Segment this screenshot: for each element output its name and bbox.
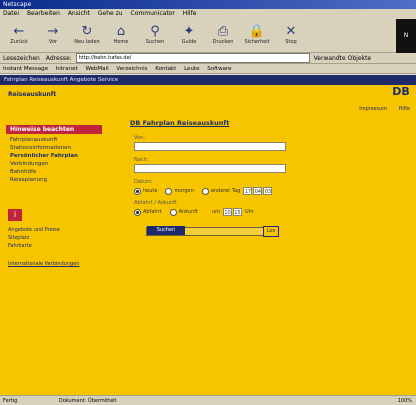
sidebar-item[interactable]: Verbindungen xyxy=(6,161,118,167)
reload-icon: ↻ xyxy=(81,24,93,39)
navigation-toolbar: ← Zurück → Vor ↻ Neu laden ⌂ Home ⚲ Suchen ✦ G… xyxy=(0,19,416,53)
search-submit-button[interactable]: Suchen xyxy=(147,226,185,235)
sidebar-note[interactable]: Angebote und Preise xyxy=(6,227,118,233)
site-top-nav[interactable]: Fahrplan Reiseauskunft Angebote Service xyxy=(0,75,416,85)
international-link[interactable]: Internationale Verbindungen xyxy=(6,261,118,267)
menu-item-view[interactable]: Ansicht xyxy=(68,10,90,17)
sidebar-item[interactable]: Stationsinformationen xyxy=(6,145,118,151)
page-title: Reiseauskunft xyxy=(8,91,57,98)
print-button[interactable]: ⎙ Drucken xyxy=(206,19,240,51)
sidebar-note[interactable]: Fahrkarte xyxy=(6,243,118,249)
forward-button[interactable]: → Vor xyxy=(36,19,70,51)
from-label: Von: xyxy=(134,135,145,141)
sidebar-item[interactable]: Bahnhöfe xyxy=(6,169,118,175)
date-options: heute morgen anderer Tag 17 04 03 xyxy=(134,187,290,195)
related-button[interactable]: Verwandte Objekte xyxy=(314,53,371,64)
page-content: Fahrplan Reiseauskunft Angebote Service … xyxy=(0,75,416,395)
guide-icon: ✦ xyxy=(183,24,195,39)
arrival-radio[interactable] xyxy=(169,208,177,216)
search-button[interactable]: ⚲ Suchen xyxy=(138,19,172,51)
menu-item-file[interactable]: Datei xyxy=(3,10,19,17)
time-label: um xyxy=(211,209,220,215)
time-options-label: Abfahrt / Ankunft xyxy=(134,200,177,206)
time-unit: Uhr xyxy=(244,209,254,215)
sidebar-item[interactable]: Reiseplanung xyxy=(6,177,118,183)
help-link[interactable]: Hilfe xyxy=(399,106,410,112)
form-action-bar: Suchen Los xyxy=(146,226,279,237)
status-text: Fertig xyxy=(3,398,18,404)
date-today-radio[interactable] xyxy=(134,187,141,195)
status-progress: 100% xyxy=(397,398,412,404)
personal-toolbar: Instant Message Intranet WebMail Verzeic… xyxy=(0,64,416,74)
departure-radio[interactable] xyxy=(134,208,141,216)
time-options: Abfahrt Ankunft um 10 15 Uhr xyxy=(134,208,290,216)
link-webmail[interactable]: WebMail xyxy=(85,66,108,72)
link-contact[interactable]: Kontakt xyxy=(155,66,176,72)
hour-field[interactable]: 10 xyxy=(222,208,232,216)
sidebar-note[interactable]: Sitzplatz xyxy=(6,235,118,241)
bookmarks-button[interactable]: Lesezeichen xyxy=(3,53,40,64)
reload-button[interactable]: ↻ Neu laden xyxy=(70,19,104,51)
search-form: DB Fahrplan Reiseauskunft Von: Nach: Dat… xyxy=(130,119,290,218)
address-bar: Lesezeichen Adresse: http://bahn.hafas.d… xyxy=(0,53,416,64)
sidebar-item[interactable]: Persönlicher Fahrplan xyxy=(6,153,118,159)
info-icon: i xyxy=(8,209,22,221)
link-intranet[interactable]: Intranet xyxy=(56,66,78,72)
menu-bar: Datei Bearbeiten Ansicht Gehe zu Communi… xyxy=(0,9,416,19)
lock-icon: 🔒 xyxy=(248,24,266,39)
link-people[interactable]: Leute xyxy=(184,66,199,72)
stop-icon: ✕ xyxy=(285,24,297,39)
minute-field[interactable]: 15 xyxy=(232,208,242,216)
forward-arrow-icon: → xyxy=(47,24,59,39)
back-arrow-icon: ← xyxy=(13,24,25,39)
url-input[interactable]: http://bahn.hafas.de/ xyxy=(75,53,310,63)
print-icon: ⎙ xyxy=(217,24,229,39)
link-instant-message[interactable]: Instant Message xyxy=(3,66,48,72)
stop-button[interactable]: ✕ Stop xyxy=(274,19,308,51)
search-icon: ⚲ xyxy=(150,24,160,39)
date-tomorrow-radio[interactable] xyxy=(165,187,173,195)
status-bar: Fertig Dokument: Übermittelt 100% xyxy=(0,395,416,405)
sidebar: Hinweise beachten Fahrplanauskunft Stati… xyxy=(6,125,118,267)
security-button[interactable]: 🔒 Sicherheit xyxy=(240,19,274,51)
browser-logo: N xyxy=(396,19,416,53)
menu-item-help[interactable]: Hilfe xyxy=(183,10,197,17)
month-field[interactable]: 04 xyxy=(253,187,263,195)
go-button[interactable]: Los xyxy=(263,226,279,237)
menu-item-communicator[interactable]: Communicator xyxy=(131,10,175,17)
form-title: DB Fahrplan Reiseauskunft xyxy=(130,119,230,127)
day-field[interactable]: 17 xyxy=(243,187,253,195)
sidebar-item-active[interactable]: Hinweise beachten xyxy=(6,125,102,134)
back-button[interactable]: ← Zurück xyxy=(2,19,36,51)
home-button[interactable]: ⌂ Home xyxy=(104,19,138,51)
to-label: Nach: xyxy=(134,157,149,163)
menu-item-edit[interactable]: Bearbeiten xyxy=(27,10,60,17)
from-input[interactable] xyxy=(134,142,286,151)
date-label: Datum: xyxy=(134,179,153,185)
window-title: Netscape xyxy=(0,0,416,9)
date-other-radio[interactable] xyxy=(201,187,209,195)
imprint-link[interactable]: Impressum xyxy=(359,106,387,112)
header-links: Impressum Hilfe xyxy=(349,106,410,112)
link-directory[interactable]: Verzeichnis xyxy=(116,66,147,72)
sidebar-item[interactable]: Fahrplanauskunft xyxy=(6,137,118,143)
to-input[interactable] xyxy=(134,164,286,173)
home-icon: ⌂ xyxy=(116,24,126,39)
year-field[interactable]: 03 xyxy=(263,187,273,195)
menu-item-go[interactable]: Gehe zu xyxy=(98,10,123,17)
status-document: Dokument: Übermittelt xyxy=(58,398,117,404)
address-label: Adresse: xyxy=(45,54,72,62)
link-software[interactable]: Software xyxy=(207,66,231,72)
db-logo: DB xyxy=(392,85,410,98)
guide-button[interactable]: ✦ Guide xyxy=(172,19,206,51)
